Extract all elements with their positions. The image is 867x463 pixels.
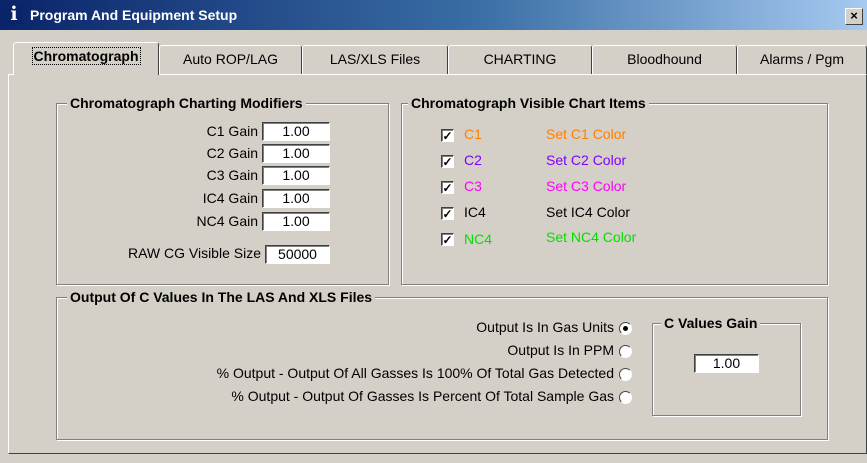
- group-title: Chromatograph Charting Modifiers: [67, 95, 306, 111]
- c1-gain-label: C1 Gain: [206, 123, 258, 139]
- ic4-checkbox[interactable]: ✓: [441, 207, 454, 220]
- percent-total-gas-radio[interactable]: [619, 368, 632, 381]
- percent-sample-gas-radio[interactable]: [619, 391, 632, 404]
- ic4-label: IC4: [464, 204, 486, 220]
- group-title: C Values Gain: [661, 315, 761, 331]
- c3-label: C3: [464, 178, 482, 194]
- set-nc4-color-link[interactable]: Set NC4 Color: [546, 229, 636, 245]
- tab-strip: Chromatograph Auto ROP/LAG LAS/XLS Files…: [13, 42, 867, 75]
- tab-label: CHARTING: [483, 51, 557, 67]
- raw-cg-visible-size-label: RAW CG Visible Size: [127, 245, 261, 261]
- c3-gain-field[interactable]: 1.00: [262, 166, 330, 185]
- output-c-values-group: Output Of C Values In The LAS And XLS Fi…: [56, 289, 828, 440]
- set-c3-color-link[interactable]: Set C3 Color: [546, 178, 626, 194]
- tab-chromatograph[interactable]: Chromatograph: [13, 42, 159, 75]
- c1-checkbox[interactable]: ✓: [441, 129, 454, 142]
- c1-gain-field[interactable]: 1.00: [262, 122, 330, 141]
- c2-checkbox[interactable]: ✓: [441, 155, 454, 168]
- gas-units-option-label: Output Is In Gas Units: [476, 319, 614, 335]
- info-icon: i: [5, 4, 23, 24]
- gas-units-radio[interactable]: [619, 322, 632, 335]
- set-ic4-color-link[interactable]: Set IC4 Color: [546, 204, 630, 220]
- visible-chart-items-group: Chromatograph Visible Chart Items ✓ C1 S…: [401, 95, 828, 285]
- tab-label: Alarms / Pgm: [759, 51, 844, 67]
- ic4-gain-label: IC4 Gain: [202, 190, 258, 206]
- c1-label: C1: [464, 126, 482, 142]
- title-bar: i Program And Equipment Setup ×: [0, 0, 867, 30]
- tab-charting[interactable]: CHARTING: [448, 45, 592, 74]
- tab-label: Auto ROP/LAG: [183, 51, 278, 67]
- c3-gain-label: C3 Gain: [206, 167, 258, 183]
- tab-auto-rop-lag[interactable]: Auto ROP/LAG: [159, 45, 302, 74]
- window-title: Program And Equipment Setup: [30, 7, 238, 23]
- set-c1-color-link[interactable]: Set C1 Color: [546, 126, 626, 142]
- c2-label: C2: [464, 152, 482, 168]
- nc4-gain-field[interactable]: 1.00: [262, 212, 330, 231]
- c3-checkbox[interactable]: ✓: [441, 181, 454, 194]
- tab-bloodhound[interactable]: Bloodhound: [592, 45, 737, 74]
- tab-label: Chromatograph: [31, 47, 141, 65]
- percent-sample-gas-option-label: % Output - Output Of Gasses Is Percent O…: [231, 388, 614, 404]
- ic4-gain-field[interactable]: 1.00: [262, 189, 330, 208]
- close-button[interactable]: ×: [845, 8, 863, 25]
- group-title: Chromatograph Visible Chart Items: [408, 95, 649, 111]
- radio-selected-dot: [623, 326, 628, 331]
- ppm-option-label: Output Is In PPM: [507, 342, 614, 358]
- tab-alarms-pgm[interactable]: Alarms / Pgm: [737, 45, 867, 74]
- c-values-gain-group: C Values Gain 1.00: [652, 315, 801, 416]
- group-title: Output Of C Values In The LAS And XLS Fi…: [67, 289, 376, 305]
- raw-cg-visible-size-field[interactable]: 50000: [265, 245, 330, 264]
- tab-panel: Chromatograph Charting Modifiers C1 Gain…: [8, 74, 867, 454]
- ppm-radio[interactable]: [619, 345, 632, 358]
- c2-gain-label: C2 Gain: [206, 145, 258, 161]
- tab-las-xls-files[interactable]: LAS/XLS Files: [302, 45, 448, 74]
- nc4-checkbox[interactable]: ✓: [441, 233, 454, 246]
- tab-label: Bloodhound: [627, 51, 702, 67]
- set-c2-color-link[interactable]: Set C2 Color: [546, 152, 626, 168]
- percent-total-gas-option-label: % Output - Output Of All Gasses Is 100% …: [216, 365, 614, 381]
- tab-label: LAS/XLS Files: [329, 51, 421, 67]
- c-values-gain-field[interactable]: 1.00: [694, 354, 759, 373]
- charting-modifiers-group: Chromatograph Charting Modifiers C1 Gain…: [56, 95, 389, 285]
- c2-gain-field[interactable]: 1.00: [262, 144, 330, 163]
- nc4-label: NC4: [464, 231, 493, 247]
- nc4-gain-label: NC4 Gain: [196, 213, 258, 229]
